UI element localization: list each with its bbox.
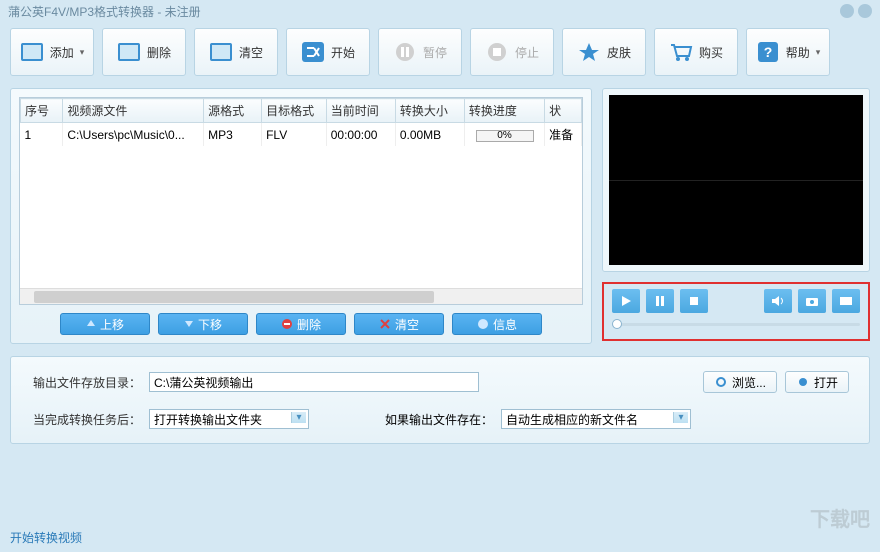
- screen-icon: [839, 295, 853, 307]
- clear-button[interactable]: 清空: [194, 28, 278, 76]
- pause-label: 暂停: [423, 44, 447, 61]
- output-dir-label: 输出文件存放目录：: [31, 374, 141, 391]
- close-icon[interactable]: [858, 4, 872, 18]
- film-delete-icon: [117, 42, 141, 62]
- move-down-button[interactable]: 下移: [158, 313, 248, 335]
- row-delete-button[interactable]: 删除: [256, 313, 346, 335]
- start-convert-link[interactable]: 开始转换视频: [10, 529, 82, 546]
- film-add-icon: [20, 42, 44, 62]
- cell-time: 00:00:00: [326, 123, 395, 147]
- row-clear-button[interactable]: 清空: [354, 313, 444, 335]
- skin-label: 皮肤: [607, 44, 631, 61]
- cell-tgtfmt: FLV: [262, 123, 327, 147]
- minimize-icon[interactable]: [840, 4, 854, 18]
- delete-button[interactable]: 删除: [102, 28, 186, 76]
- stop-square-icon: [688, 295, 700, 307]
- col-size[interactable]: 转换大小: [395, 99, 464, 123]
- col-tgtfmt[interactable]: 目标格式: [262, 99, 327, 123]
- file-exists-select[interactable]: 自动生成相应的新文件名: [501, 409, 691, 429]
- shuffle-icon: [301, 42, 325, 62]
- after-task-select[interactable]: 打开转换输出文件夹: [149, 409, 309, 429]
- svg-text:?: ?: [763, 44, 772, 60]
- info-button[interactable]: 信息: [452, 313, 542, 335]
- stop-button[interactable]: 停止: [470, 28, 554, 76]
- gear-icon: [714, 376, 728, 388]
- media-controls-highlight: [602, 282, 870, 341]
- col-source[interactable]: 视频源文件: [63, 99, 204, 123]
- col-status[interactable]: 状: [545, 99, 582, 123]
- main-toolbar: 添加▾ 删除 清空 开始 暂停 停止 皮肤 购买 ?帮助▾: [0, 22, 880, 82]
- window-title: 蒲公英F4V/MP3格式转换器 - 未注册: [8, 3, 201, 20]
- cell-status: 准备: [545, 123, 582, 147]
- seek-slider[interactable]: [612, 319, 860, 329]
- camera-icon: [805, 295, 819, 307]
- video-preview: [609, 95, 863, 265]
- col-srcfmt[interactable]: 源格式: [204, 99, 262, 123]
- help-button[interactable]: ?帮助▾: [746, 28, 830, 76]
- col-progress[interactable]: 转换进度: [464, 99, 544, 123]
- open-button[interactable]: 打开: [785, 371, 849, 393]
- film-clear-icon: [209, 42, 233, 62]
- cell-srcfmt: MP3: [204, 123, 262, 147]
- fullscreen-button[interactable]: [832, 289, 860, 313]
- arrow-down-icon: [184, 319, 194, 329]
- stop-icon: [485, 42, 509, 62]
- cell-size: 0.00MB: [395, 123, 464, 147]
- start-button[interactable]: 开始: [286, 28, 370, 76]
- col-time[interactable]: 当前时间: [326, 99, 395, 123]
- file-exists-label: 如果输出文件存在：: [385, 411, 493, 428]
- cart-icon: [669, 42, 693, 62]
- info-icon: [477, 318, 489, 330]
- star-icon: [577, 42, 601, 62]
- add-label: 添加: [50, 44, 74, 61]
- cell-source: C:\Users\pc\Music\0...: [63, 123, 204, 147]
- cell-seq: 1: [21, 123, 63, 147]
- output-dir-input[interactable]: [149, 372, 479, 392]
- start-label: 开始: [331, 44, 355, 61]
- skin-button[interactable]: 皮肤: [562, 28, 646, 76]
- stop-label: 停止: [515, 44, 539, 61]
- delete-label: 删除: [147, 44, 171, 61]
- file-list-panel: 序号 视频源文件 源格式 目标格式 当前时间 转换大小 转换进度 状 1 C:\…: [10, 88, 592, 344]
- media-pause-button[interactable]: [646, 289, 674, 313]
- media-stop-button[interactable]: [680, 289, 708, 313]
- browse-button[interactable]: 浏览...: [703, 371, 777, 393]
- output-settings-panel: 输出文件存放目录： 浏览... 打开 当完成转换任务后： 打开转换输出文件夹 如…: [10, 356, 870, 444]
- file-table: 序号 视频源文件 源格式 目标格式 当前时间 转换大小 转换进度 状 1 C:\…: [20, 98, 582, 146]
- col-seq[interactable]: 序号: [21, 99, 63, 123]
- buy-button[interactable]: 购买: [654, 28, 738, 76]
- speaker-icon: [771, 295, 785, 307]
- folder-open-icon: [796, 376, 810, 388]
- buy-label: 购买: [699, 44, 723, 61]
- watermark: 下载吧: [810, 503, 870, 532]
- pause-icon: [393, 42, 417, 62]
- play-button[interactable]: [612, 289, 640, 313]
- snapshot-button[interactable]: [798, 289, 826, 313]
- preview-panel: [602, 88, 870, 272]
- move-up-button[interactable]: 上移: [60, 313, 150, 335]
- help-label: 帮助: [786, 44, 810, 61]
- minus-circle-icon: [281, 318, 293, 330]
- arrow-up-icon: [86, 319, 96, 329]
- table-row[interactable]: 1 C:\Users\pc\Music\0... MP3 FLV 00:00:0…: [21, 123, 582, 147]
- pause-icon: [654, 295, 666, 307]
- x-icon: [379, 318, 391, 330]
- volume-button[interactable]: [764, 289, 792, 313]
- play-icon: [620, 295, 632, 307]
- cell-progress: 0%: [464, 123, 544, 147]
- help-icon: ?: [756, 42, 780, 62]
- horizontal-scrollbar[interactable]: [20, 288, 582, 304]
- pause-button[interactable]: 暂停: [378, 28, 462, 76]
- after-task-label: 当完成转换任务后：: [31, 411, 141, 428]
- clear-label: 清空: [239, 44, 263, 61]
- add-button[interactable]: 添加▾: [10, 28, 94, 76]
